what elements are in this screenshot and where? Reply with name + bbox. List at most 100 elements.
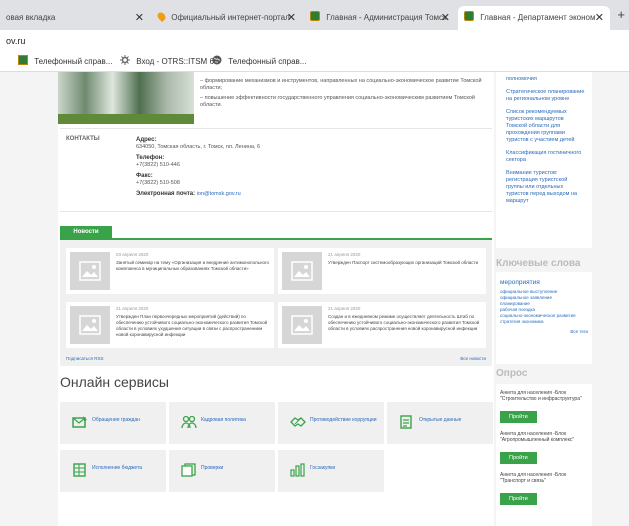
department-goals: – формирование механизмов и инструментов…: [200, 78, 490, 112]
sidebar-link[interactable]: Стратегическое планирование на региональ…: [496, 89, 592, 109]
news-date: 03 апреля 2020: [116, 252, 149, 257]
poll-question: Анкета для населения -Блок "Агропромышле…: [500, 431, 575, 443]
service-label: Кадровая политика: [201, 417, 246, 423]
service-procurement[interactable]: Госзакупки: [278, 450, 384, 492]
goal-item: – формирование механизмов и инструментов…: [200, 78, 482, 91]
sidebar-link[interactable]: Внимание туристов: регистрация туристско…: [496, 170, 592, 211]
gear-icon: [120, 53, 130, 65]
phone-label: Телефон:: [136, 155, 165, 161]
bookmark-otrs[interactable]: Вход - OTRS::ITSM 6: [120, 52, 214, 72]
close-icon[interactable]: ✕: [441, 6, 450, 30]
service-label: Открытые данные: [419, 417, 462, 423]
handshake-icon: [290, 417, 306, 427]
bar-chart-icon: [290, 463, 305, 477]
close-icon[interactable]: ✕: [135, 6, 144, 30]
service-label: Госзакупки: [310, 465, 336, 471]
email-link[interactable]: ion@tomsk.gov.ru: [197, 191, 241, 197]
bookmark-phonebook-2[interactable]: Телефонный справ...: [212, 52, 306, 72]
poll-take-button[interactable]: Пройти: [500, 452, 537, 464]
tab-title: Главная - Администрация Томск: [326, 13, 447, 22]
address-bar[interactable]: ov.ru: [0, 30, 629, 52]
tag-link[interactable]: мероприятия: [500, 278, 588, 287]
bookmark-label: Телефонный справ...: [228, 57, 307, 66]
tab-administration[interactable]: Главная - Администрация Томск ✕: [304, 6, 456, 30]
keywords-title: Ключевые слова: [496, 258, 581, 269]
news-text: Занятый семинар на тему «Организация и в…: [116, 260, 270, 271]
sidebar-link[interactable]: полномочия: [496, 76, 592, 89]
browser-tab-strip: овая вкладка ✕ Официальный интернет-порт…: [0, 0, 629, 30]
news-item[interactable]: 21 апреля 2020 Создан и в ежедневном реж…: [278, 302, 486, 348]
contacts-body: Адрес: 634050, Томская область, г. Томск…: [136, 137, 260, 198]
contacts-section: КОНТАКТЫ Адрес: 634050, Томская область,…: [60, 128, 492, 212]
service-budget-execution[interactable]: Исполнение бюджета: [60, 450, 166, 492]
service-label: Противодействие коррупции: [310, 417, 377, 423]
address-text: ov.ru: [6, 36, 26, 46]
close-icon[interactable]: ✕: [287, 6, 296, 30]
bookmark-phonebook-1[interactable]: Телефонный справ...: [18, 52, 112, 72]
poll-section: Анкета для населения -Блок "Строительств…: [496, 384, 592, 526]
tag-link[interactable]: стратегия экономика: [500, 319, 588, 325]
news-date: 21 апреля 2020: [328, 252, 361, 257]
service-open-data[interactable]: Открытые данные: [387, 402, 493, 444]
news-item[interactable]: 21 апреля 2020 Утвержден Паспорт системо…: [278, 248, 486, 294]
service-citizen-appeals[interactable]: Обращения граждан: [60, 402, 166, 444]
tab-department-economy[interactable]: Главная - Департамент эконом ✕: [458, 6, 610, 30]
address-label: Адрес:: [136, 137, 157, 143]
phone-value: +7(3822) 510-446: [136, 162, 180, 168]
tab-title: овая вкладка: [6, 13, 56, 22]
poll-take-button[interactable]: Пройти: [500, 493, 537, 505]
new-tab-button[interactable]: +: [617, 7, 625, 22]
news-section: 03 апреля 2020 Занятый семинар на тему «…: [60, 238, 492, 366]
bookmarks-bar: Телефонный справ... Вход - OTRS::ITSM 6 …: [0, 52, 629, 72]
service-label: Обращения граждан: [92, 417, 140, 423]
online-services-title: Онлайн сервисы: [60, 374, 169, 390]
service-hr-policy[interactable]: Кадровая политика: [169, 402, 275, 444]
main-content: – формирование механизмов и инструментов…: [58, 72, 494, 526]
close-icon[interactable]: ✕: [595, 6, 604, 30]
news-text: Создан и в ежедневном режиме осуществляе…: [328, 314, 480, 331]
rss-subscribe-link[interactable]: Подписаться RSS: [66, 356, 103, 361]
news-date: 21 апреля 2020: [116, 306, 149, 311]
news-item[interactable]: 21 апреля 2020 Утвержден План первоочере…: [66, 302, 274, 348]
news-text: Утвержден План первоочередных мероприяти…: [116, 314, 268, 337]
service-label: Проверки: [201, 465, 224, 471]
news-item[interactable]: 03 апреля 2020 Занятый семинар на тему «…: [66, 248, 274, 294]
keywords-cloud: мероприятия официальное выступление офиц…: [496, 272, 592, 364]
image-placeholder-icon: [70, 306, 110, 344]
service-label: Исполнение бюджета: [92, 465, 143, 471]
poll-question: Анкета для населения -Блок "Транспорт и …: [500, 472, 567, 484]
sidebar-link[interactable]: Классификация гостиничного сектора: [496, 150, 592, 170]
building-photo: [58, 72, 194, 124]
news-date: 21 апреля 2020: [328, 306, 361, 311]
tab-new[interactable]: овая вкладка ✕: [0, 6, 150, 30]
tab-news[interactable]: Новости: [60, 226, 112, 238]
address-value: 634050, Томская область, г. Томск, пл. Л…: [136, 144, 261, 150]
all-news-link[interactable]: Все новости: [460, 356, 486, 361]
poll-question: Анкета для населения -Блок "Строительств…: [500, 390, 582, 402]
coat-of-arms-icon: [18, 55, 28, 65]
sidebar-link[interactable]: Список рекомендуемых туристских маршруто…: [496, 109, 592, 150]
fax-value: +7(3822) 510-508: [136, 180, 180, 186]
service-inspections[interactable]: Проверки: [169, 450, 275, 492]
email-label: Электронная почта:: [136, 191, 196, 197]
documents-icon: [181, 463, 196, 477]
sidebar-links: полномочия Стратегическое планирование н…: [496, 72, 592, 248]
portal-favicon-icon: [155, 10, 168, 23]
tab-title: Официальный интернет-портал: [171, 13, 290, 22]
fax-label: Факс:: [136, 173, 153, 179]
image-placeholder-icon: [282, 306, 322, 344]
coat-of-arms-favicon-icon: [464, 11, 474, 21]
all-tags-link[interactable]: Все теги: [500, 329, 588, 334]
spreadsheet-icon: [73, 463, 86, 477]
tab-official-portal[interactable]: Официальный интернет-портал ✕: [152, 6, 302, 30]
envelope-pen-icon: [72, 416, 87, 428]
poll-take-button[interactable]: Пройти: [500, 411, 537, 423]
image-placeholder-icon: [70, 252, 110, 290]
goal-item: – повышение эффективности государственно…: [200, 95, 475, 108]
poll-title: Опрос: [496, 368, 528, 379]
contacts-label: КОНТАКТЫ: [66, 136, 100, 142]
globe-icon: [212, 53, 222, 65]
service-anti-corruption[interactable]: Противодействие коррупции: [278, 402, 384, 444]
web-page: – формирование механизмов и инструментов…: [0, 72, 629, 526]
tab-title: Главная - Департамент эконом: [480, 13, 596, 22]
